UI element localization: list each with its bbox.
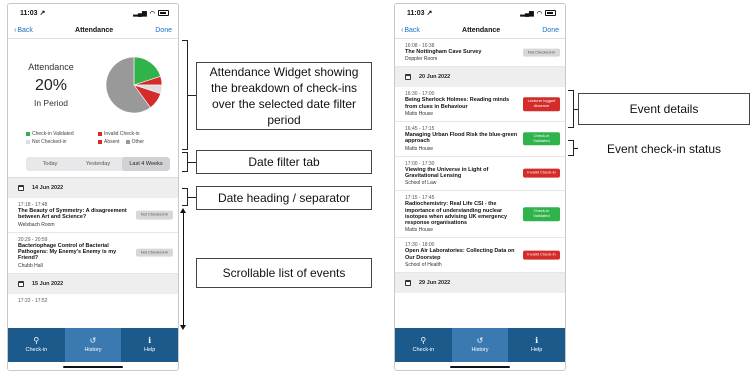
status-badge: Invalid Check-in (523, 250, 560, 260)
callout-scroll: Scrollable list of events (196, 258, 372, 288)
page-title: Attendance (75, 26, 114, 34)
tab-help[interactable]: ℹ Help (508, 328, 565, 362)
battery-icon (158, 10, 169, 16)
tab-check-in[interactable]: ⚲ Check-in (8, 328, 65, 362)
done-button[interactable]: Done (542, 27, 559, 34)
done-button[interactable]: Done (155, 27, 172, 34)
legend-item-validated: Check-in Validated (26, 131, 94, 137)
page-title: Attendance (462, 26, 501, 34)
callout-checkin-status: Event check-in status (578, 138, 750, 160)
location-pin-icon: ⚲ (420, 336, 427, 345)
tab-history[interactable]: ↺ History (451, 328, 509, 362)
tab-history[interactable]: ↺ History (64, 328, 122, 362)
chevron-left-icon: ‹ (14, 26, 17, 34)
tab-help[interactable]: ℹ Help (121, 328, 178, 362)
status-time: 11:03 ↗ (407, 10, 433, 17)
attendance-pie-chart (104, 55, 164, 115)
wifi-icon: ◠ (536, 10, 542, 17)
list-item[interactable]: 17:30 - 18:00 Open Air Laboratories: Col… (395, 238, 565, 274)
callout-widget: Attendance Widget showing the breakdown … (196, 62, 372, 130)
calendar-icon (405, 74, 411, 81)
date-header: 15 Jun 2022 (8, 273, 178, 294)
date-filter-tabs: Today Yesterday Last 4 Weeks (26, 157, 170, 171)
attendance-period: In Period (33, 98, 69, 108)
battery-icon (545, 10, 556, 16)
attendance-widget: Attendance 20% In Period Check-in Valida… (8, 39, 178, 145)
event-list[interactable]: 16:08 - 16:38 The Nottingham Cave Survey… (395, 39, 565, 328)
calendar-icon (18, 280, 24, 287)
list-item[interactable]: 16:08 - 16:38 The Nottingham Cave Survey… (395, 39, 565, 68)
tab-bar: ⚲ Check-in ↺ History ℹ Help (8, 328, 178, 362)
calendar-icon (18, 185, 24, 191)
tab-bar: ⚲ Check-in ↺ History ℹ Help (395, 328, 565, 362)
event-list[interactable]: 14 Jun 2022 17:18 - 17:48 The Beauty of … (8, 177, 178, 308)
list-item[interactable]: 20:29 - 20:59 Bacteriophage Control of B… (8, 233, 178, 274)
callout-filter: Date filter tab (196, 150, 372, 174)
callout-date-heading: Date heading / separator (196, 186, 372, 210)
signal-icon: ▂▄▆ (133, 10, 147, 17)
list-item[interactable]: 16:45 - 17:15 Managing Urban Flood Risk … (395, 122, 565, 157)
list-item[interactable]: 17:00 - 17:30 Viewing the Universe in Li… (395, 157, 565, 192)
history-icon: ↺ (89, 336, 97, 345)
list-item[interactable]: 17:15 - 17:45 Radiochemistry: Real Life … (395, 191, 565, 239)
info-icon: ℹ (148, 336, 152, 345)
status-bar: 11:03 ↗ ▂▄▆ ◠ (8, 4, 178, 22)
wifi-icon: ◠ (149, 10, 155, 17)
filter-tab-yesterday[interactable]: Yesterday (74, 157, 122, 171)
phone-screen-right: 11:03 ↗ ▂▄▆ ◠ ‹ Back Attendance Done 16:… (394, 3, 566, 371)
callout-event-details: Event details (578, 93, 750, 125)
attendance-percent: 20% (34, 77, 68, 94)
status-badge: Not Checked-in (136, 210, 173, 220)
filter-tab-last-4-weeks[interactable]: Last 4 Weeks (122, 157, 170, 171)
list-item[interactable]: 16:30 - 17:00 Being Sherlock Holmes: Rea… (395, 87, 565, 122)
back-label: Back (17, 26, 33, 34)
attendance-label: Attendance (28, 62, 74, 72)
status-bar: 11:03 ↗ ▂▄▆ ◠ (395, 4, 565, 22)
filter-connector (188, 162, 196, 163)
date-header: 14 Jun 2022 (8, 178, 178, 198)
info-icon: ℹ (535, 336, 539, 345)
status-badge: Lecturer logged Absence (523, 97, 560, 111)
date-header: 20 Jun 2022 (395, 67, 565, 88)
home-indicator (450, 366, 510, 368)
legend-item-not-checked-in: Not Checked-in (26, 139, 94, 145)
scroll-content[interactable]: Attendance 20% In Period Check-in Valida… (8, 39, 178, 328)
status-badge: Not Checked-in (136, 248, 173, 257)
status-badge: Check-in Validated (523, 207, 560, 222)
legend-item-invalid: Invalid Check-in (98, 131, 166, 137)
status-badge: Invalid Check-in (523, 168, 560, 178)
chart-legend: Check-in Validated Invalid Check-in Not … (16, 125, 170, 145)
back-button[interactable]: ‹ Back (14, 27, 33, 34)
status-badge: Check-in Validated (523, 131, 560, 146)
phone-screen-left: 11:03 ↗ ▂▄▆ ◠ ‹ Back Attendance Done Att… (7, 3, 179, 371)
legend-item-absent-other: Absent Other (98, 139, 166, 145)
widget-connector (188, 95, 196, 96)
scroll-arrow-icon (180, 208, 186, 330)
location-pin-icon: ⚲ (33, 336, 40, 345)
back-label: Back (404, 26, 420, 34)
date-heading-connector (188, 197, 196, 198)
list-item[interactable]: 17:22 - 17:52 (8, 294, 178, 308)
signal-icon: ▂▄▆ (520, 10, 534, 17)
home-indicator (63, 366, 123, 368)
nav-bar: ‹ Back Attendance Done (395, 22, 565, 39)
filter-tab-today[interactable]: Today (26, 157, 74, 171)
chevron-left-icon: ‹ (401, 26, 404, 34)
status-time: 11:03 ↗ (20, 10, 46, 17)
nav-bar: ‹ Back Attendance Done (8, 22, 178, 39)
status-badge: Not Checked-in (523, 48, 560, 58)
tab-check-in[interactable]: ⚲ Check-in (395, 328, 452, 362)
date-header: 29 Jun 2022 (395, 273, 565, 294)
status-icons: ▂▄▆ ◠ (133, 10, 169, 17)
history-icon: ↺ (476, 336, 484, 345)
status-icons: ▂▄▆ ◠ (520, 10, 556, 17)
back-button[interactable]: ‹ Back (401, 27, 420, 34)
calendar-icon (405, 280, 411, 287)
list-item[interactable]: 17:18 - 17:48 The Beauty of Symmetry: A … (8, 198, 178, 233)
